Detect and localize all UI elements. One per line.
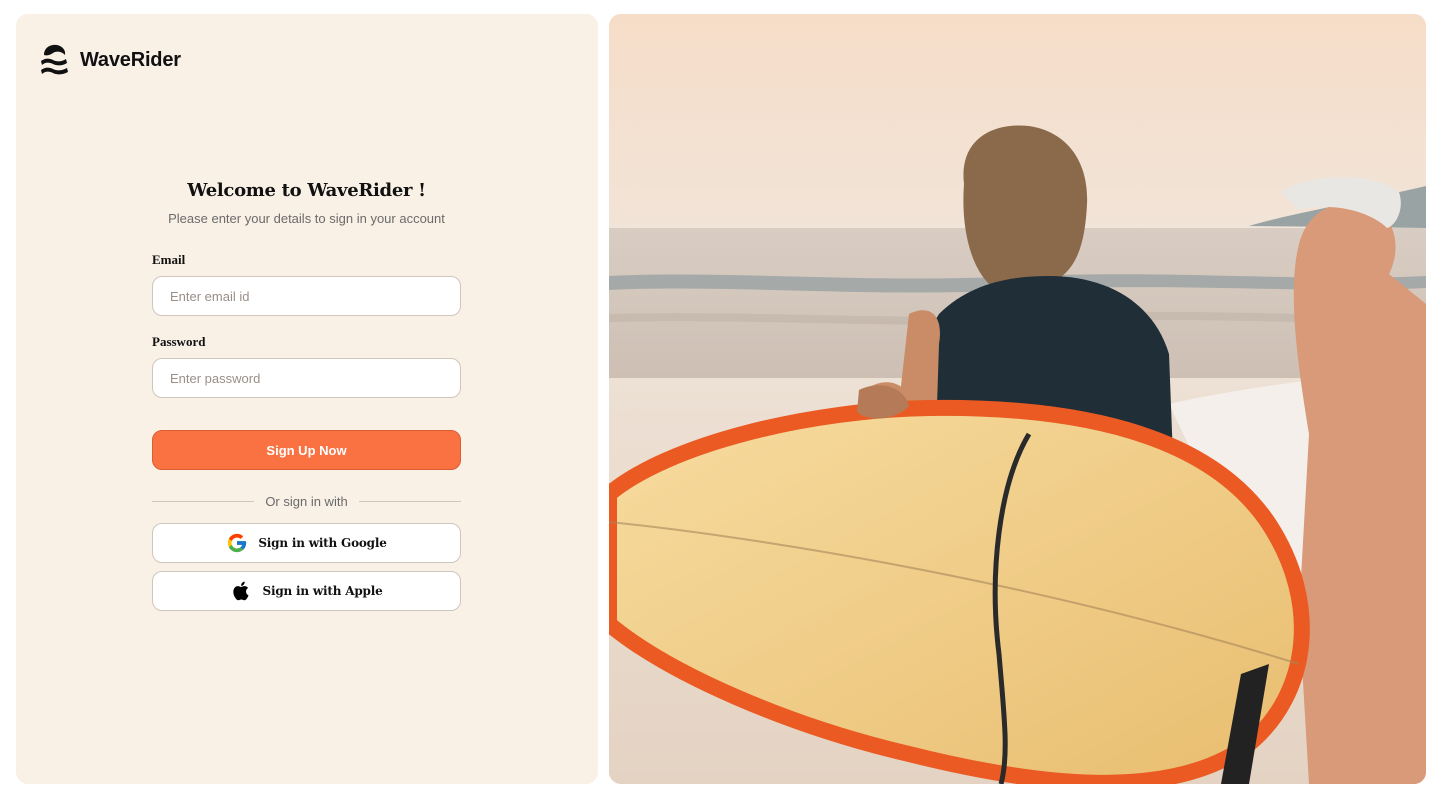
wave-icon <box>41 44 68 75</box>
brand-name: WaveRider <box>80 48 181 71</box>
divider-line-right <box>358 500 461 502</box>
password-field[interactable] <box>152 358 461 398</box>
sign-in-form: Welcome to WaveRider ! Please enter your… <box>152 178 461 611</box>
surfers-photo-illustration <box>609 14 1426 784</box>
google-sign-in-button[interactable]: Sign in with Google <box>152 523 461 563</box>
apple-button-label: Sign in with Apple <box>262 584 383 598</box>
sign-in-page: WaveRider Welcome to WaveRider ! Please … <box>0 0 1440 800</box>
divider-line-left <box>152 500 255 502</box>
google-icon <box>228 533 247 553</box>
sign-in-panel: WaveRider Welcome to WaveRider ! Please … <box>16 14 598 784</box>
password-label: Password <box>152 334 206 349</box>
page-title: Welcome to WaveRider ! <box>187 180 426 201</box>
apple-icon <box>232 581 249 601</box>
email-field[interactable] <box>152 276 461 316</box>
brand[interactable]: WaveRider <box>40 42 181 78</box>
surfers-photo <box>609 14 1426 784</box>
divider: Or sign in with <box>152 492 461 510</box>
email-label: Email <box>152 252 186 267</box>
sign-up-button[interactable]: Sign Up Now <box>152 430 461 470</box>
google-button-label: Sign in with Google <box>258 536 387 550</box>
divider-text: Or sign in with <box>265 493 348 509</box>
apple-sign-in-button[interactable]: Sign in with Apple <box>152 571 461 611</box>
page-subtitle: Please enter your details to sign in you… <box>168 211 445 226</box>
